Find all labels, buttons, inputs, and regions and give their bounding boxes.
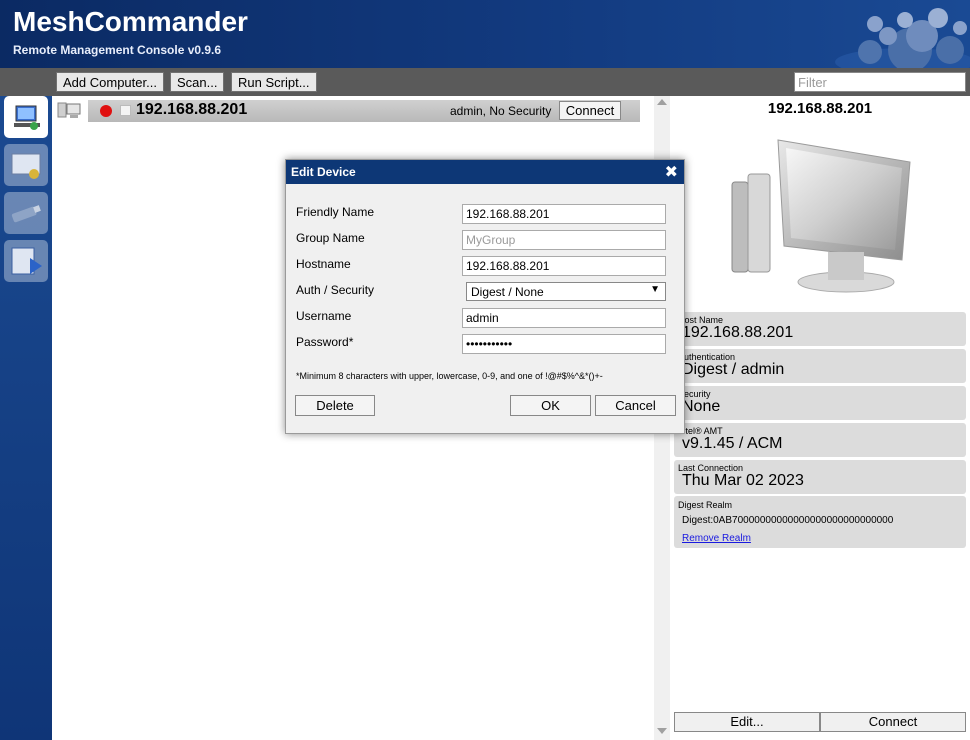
hostname-input[interactable]: 192.168.88.201	[462, 256, 666, 276]
hostname-label: Hostname	[296, 257, 351, 271]
app-subtitle: Remote Management Console v0.9.6	[13, 43, 222, 57]
amt-version-field: Intel® AMT v9.1.45 / ACM	[674, 423, 966, 457]
toolbar: Add Computer... Scan... Run Script...	[0, 68, 970, 96]
dropdown-arrow-icon: ▼	[650, 284, 660, 295]
status-dot-icon	[100, 105, 112, 117]
auth-security-value: Digest / None	[471, 285, 544, 299]
group-name-input[interactable]: MyGroup	[462, 230, 666, 250]
details-title: 192.168.88.201	[767, 100, 873, 117]
cancel-button[interactable]: Cancel	[595, 395, 676, 416]
device-status: admin, No Security	[450, 104, 552, 118]
usb-tab[interactable]	[4, 192, 48, 234]
certificate-icon	[11, 153, 41, 179]
friendly-name-label: Friendly Name	[296, 205, 375, 219]
friendly-name-input[interactable]: 192.168.88.201	[462, 204, 666, 224]
auth-security-label: Auth / Security	[296, 283, 375, 297]
device-connect-button[interactable]: Connect	[559, 101, 621, 120]
connect-button[interactable]: Connect	[820, 712, 966, 732]
scroll-down-icon[interactable]	[657, 728, 667, 734]
filter-input[interactable]	[794, 72, 966, 92]
ok-button[interactable]: OK	[510, 395, 591, 416]
computer-icon	[57, 102, 81, 118]
edit-device-dialog: Edit Device ✖ Friendly Name 192.168.88.2…	[285, 159, 685, 434]
script-run-icon	[11, 247, 42, 275]
edit-button[interactable]: Edit...	[674, 712, 820, 732]
remove-realm-link[interactable]: Remove Realm	[682, 533, 751, 544]
dialog-header: Edit Device ✖	[286, 160, 684, 184]
group-name-label: Group Name	[296, 231, 365, 245]
security-field: Security None	[674, 386, 966, 420]
computers-tab[interactable]	[4, 96, 48, 138]
digest-realm-field: Digest Realm Digest:0AB70000000000000000…	[674, 496, 966, 548]
scroll-up-icon[interactable]	[657, 99, 667, 105]
password-label: Password*	[296, 335, 354, 349]
authentication-field: Authentication Digest / admin	[674, 349, 966, 383]
computer-network-icon	[14, 105, 40, 130]
auth-security-select[interactable]: Digest / None ▼	[466, 282, 666, 301]
dialog-title: Edit Device	[291, 165, 356, 179]
delete-button[interactable]: Delete	[295, 395, 375, 416]
host-name-field: Host Name 192.168.88.201	[674, 312, 966, 346]
username-label: Username	[296, 309, 352, 323]
last-connection-field: Last Connection Thu Mar 02 2023	[674, 460, 966, 494]
certificates-tab[interactable]	[4, 144, 48, 186]
password-note: *Minimum 8 characters with upper, lowerc…	[296, 371, 603, 381]
device-name[interactable]: 192.168.88.201	[136, 101, 247, 119]
script-tab[interactable]	[4, 240, 48, 282]
close-icon[interactable]: ✖	[665, 162, 678, 182]
username-input[interactable]: admin	[462, 308, 666, 328]
add-computer-button[interactable]: Add Computer...	[56, 72, 164, 92]
password-input[interactable]: •••••••••••	[462, 334, 666, 354]
mesh-logo-icon	[835, 8, 970, 68]
device-checkbox[interactable]	[120, 105, 131, 116]
app-title: MeshCommander	[13, 6, 248, 37]
run-script-button[interactable]: Run Script...	[231, 72, 317, 92]
app-header: MeshCommander Remote Management Console …	[0, 0, 970, 68]
scan-button[interactable]: Scan...	[170, 72, 225, 92]
usb-drive-icon	[11, 205, 41, 223]
desktop-computer-icon	[731, 139, 911, 293]
